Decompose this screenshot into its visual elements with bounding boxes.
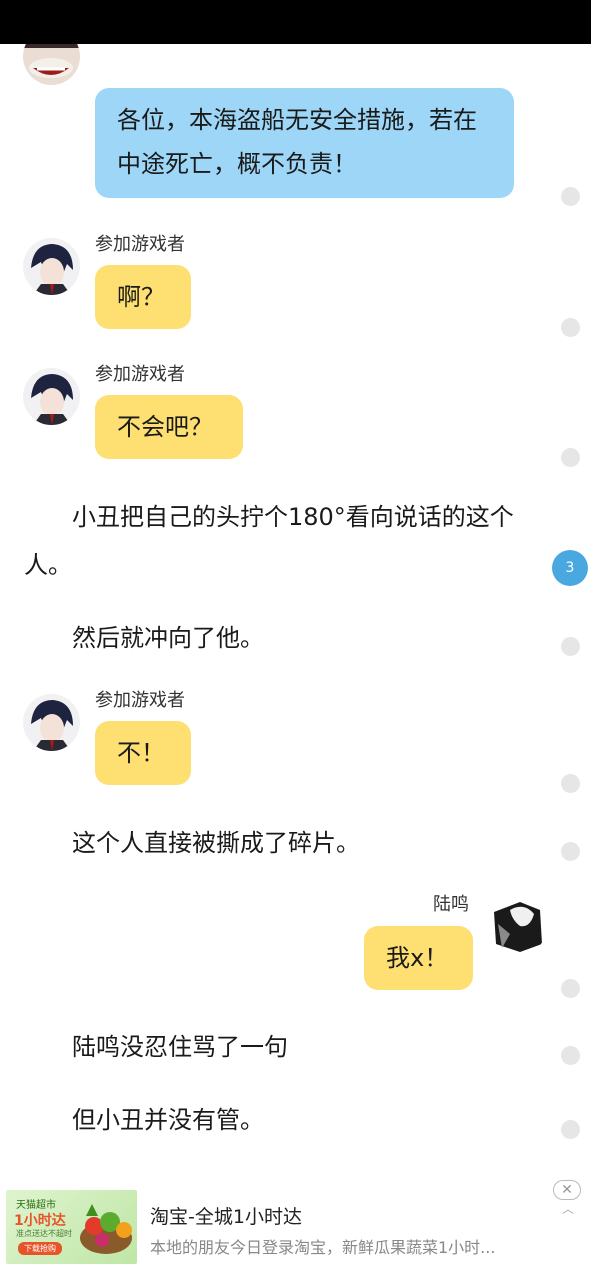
close-icon[interactable]: ✕: [553, 1180, 581, 1200]
avatar-player[interactable]: [23, 694, 80, 751]
comment-dot[interactable]: [561, 979, 580, 998]
comment-dot[interactable]: [561, 187, 580, 206]
message-bubble-player[interactable]: 不会吧？: [95, 395, 243, 459]
avatar-player[interactable]: [23, 238, 80, 295]
message-bubble-player[interactable]: 不！: [95, 721, 191, 785]
message-bubble-player[interactable]: 啊？: [95, 265, 191, 329]
sender-name: 参加游戏者: [95, 690, 185, 711]
narration-paragraph: 然后就冲向了他。: [72, 624, 264, 652]
comment-dot[interactable]: [561, 774, 580, 793]
narration-paragraph: 小丑把自己的头拧个180°看向说话的这个人。: [24, 503, 514, 579]
narration-paragraph: 这个人直接被撕成了碎片。: [72, 829, 360, 857]
chevron-up-icon[interactable]: ︿: [558, 1200, 578, 1216]
narration-paragraph: 陆鸣没忍住骂了一句: [72, 1033, 288, 1061]
comment-count-badge[interactable]: 3: [552, 550, 588, 586]
chat-feed[interactable]: 各位，本海盗船无安全措施，若在中途死亡，概不负责！ 参加游戏者 啊？ 参加游戏者…: [0, 44, 591, 1180]
sender-name: 参加游戏者: [95, 234, 185, 255]
ad-thumbnail[interactable]: 天猫超市 1小时达 准点送达不超时 下载抢购: [6, 1190, 137, 1264]
sender-name: 参加游戏者: [95, 364, 185, 385]
comment-dot[interactable]: [561, 318, 580, 337]
comment-dot[interactable]: [561, 448, 580, 467]
avatar-player[interactable]: [23, 368, 80, 425]
message-bubble-player[interactable]: 我x！: [364, 926, 473, 990]
ad-description[interactable]: 本地的朋友今日登录淘宝，新鲜瓜果蔬菜1小时...: [150, 1234, 550, 1258]
comment-dot[interactable]: [561, 1120, 580, 1139]
message-bubble-narrator[interactable]: 各位，本海盗船无安全措施，若在中途死亡，概不负责！: [95, 88, 514, 198]
narration-paragraph: 但小丑并没有管。: [72, 1106, 264, 1134]
avatar-lu-ming[interactable]: [490, 898, 547, 955]
ad-banner[interactable]: 天猫超市 1小时达 准点送达不超时 下载抢购 淘宝-全城1小时达 本地的朋友今日…: [0, 1180, 591, 1280]
avatar-clown[interactable]: [23, 44, 80, 85]
status-bar: [0, 0, 591, 44]
comment-dot[interactable]: [561, 842, 580, 861]
sender-name: 陆鸣: [433, 894, 469, 915]
vegetable-basket-icon: [80, 1204, 132, 1254]
comment-dot[interactable]: [561, 1046, 580, 1065]
comment-dot[interactable]: [561, 637, 580, 656]
ad-title[interactable]: 淘宝-全城1小时达: [150, 1202, 302, 1229]
